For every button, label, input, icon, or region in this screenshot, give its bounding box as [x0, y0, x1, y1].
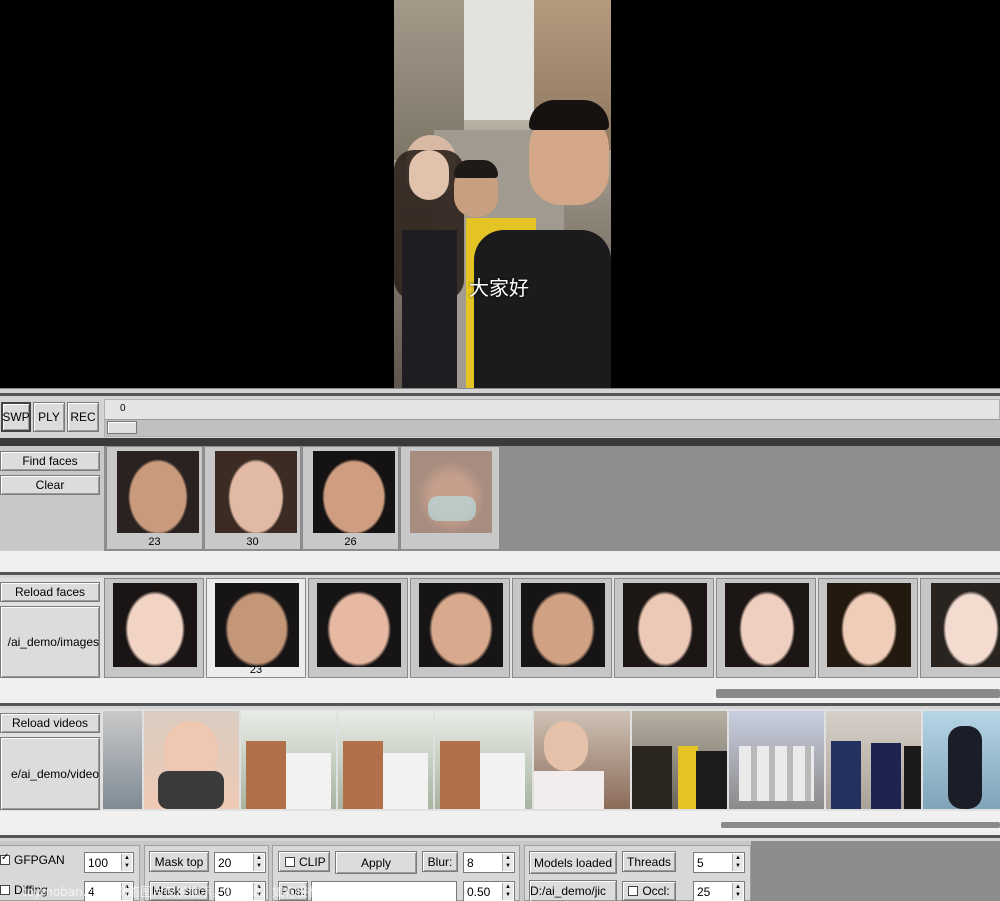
video-thumb-10[interactable] [923, 711, 1000, 809]
timeline-handle[interactable] [107, 421, 137, 434]
videos-panel: Reload videos e/ai_demo/video [0, 709, 1000, 811]
spin-arrows-icon[interactable]: ▲ ▼ [502, 854, 513, 871]
video-viewport: 大家好 [0, 0, 1000, 388]
models-loaded-button[interactable]: Models loaded [529, 851, 617, 874]
clear-faces-button[interactable]: Clear [0, 475, 100, 495]
spin-arrows-icon[interactable]: ▲ ▼ [732, 883, 743, 900]
video-thumb-1[interactable] [103, 711, 142, 809]
blur-label: Blur: [422, 851, 458, 872]
timeline[interactable]: 0 [104, 399, 1000, 437]
apply-button[interactable]: Apply [335, 851, 417, 874]
clip-label: CLIP [299, 854, 326, 869]
play-button[interactable]: PLY [33, 402, 65, 432]
found-face-4[interactable] [400, 446, 500, 550]
source-face-1[interactable] [104, 578, 204, 678]
gfpgan-label: GFPGAN [14, 853, 65, 867]
source-face-5[interactable] [512, 578, 612, 678]
clip-check-icon [285, 856, 295, 867]
source-face-count: 23 [249, 664, 263, 676]
gfpgan-value: 100 [88, 855, 109, 870]
video-thumb-8[interactable] [729, 711, 824, 809]
video-thumb-6[interactable] [534, 711, 630, 809]
spin-arrows-icon[interactable]: ▲ ▼ [732, 854, 743, 871]
spin-arrows-icon[interactable]: ▲ ▼ [253, 854, 264, 871]
blur-input[interactable]: 8 ▲ ▼ [463, 852, 515, 873]
occlusion-value: 25 [697, 884, 711, 899]
source-face-6[interactable] [614, 578, 714, 678]
mask-top-input[interactable]: 20 ▲ ▼ [214, 852, 266, 873]
video-thumb-5[interactable] [435, 711, 532, 809]
video-thumb-2[interactable] [144, 711, 239, 809]
record-button[interactable]: REC [67, 402, 99, 432]
video-subtitle: 大家好 [469, 276, 529, 300]
mask-top-label: Mask top [149, 851, 209, 872]
occlusion-check-icon [628, 886, 639, 896]
source-face-3[interactable] [308, 578, 408, 678]
models-path-button[interactable]: D:/ai_demo/jic [529, 880, 617, 901]
video-thumb-4[interactable] [338, 711, 433, 809]
gfpgan-checkbox[interactable]: GFPGAN [0, 852, 65, 867]
found-face-3[interactable]: 26 [302, 446, 399, 550]
swap-button[interactable]: SWP [1, 402, 31, 432]
reload-videos-button[interactable]: Reload videos [0, 713, 100, 733]
occlusion-input[interactable]: 25 ▲ ▼ [693, 881, 745, 901]
threads-label: Threads [622, 851, 676, 872]
faces-scrollbar[interactable] [716, 689, 1000, 698]
gfpgan-check-icon [0, 852, 10, 865]
faces-folder-button[interactable]: /ai_demo/images [0, 606, 100, 678]
found-face-count: 23 [148, 536, 161, 548]
source-face-2[interactable]: 23 [206, 578, 306, 678]
found-face-2[interactable]: 30 [204, 446, 301, 550]
reload-faces-button[interactable]: Reload faces [0, 582, 100, 602]
video-thumb-7[interactable] [632, 711, 727, 809]
spin-arrows-icon[interactable]: ▲ ▼ [502, 883, 513, 900]
source-face-7[interactable] [716, 578, 816, 678]
video-thumb-3[interactable] [241, 711, 336, 809]
threads-value: 5 [697, 855, 704, 870]
frame-number: 0 [120, 403, 126, 414]
clip-checkbox[interactable]: CLIP [278, 851, 330, 872]
blur-value: 8 [467, 855, 474, 870]
gfpgan-amount-input[interactable]: 100 ▲ ▼ [84, 852, 134, 873]
video-frame: 大家好 [394, 0, 611, 388]
found-faces-panel: Find faces Clear 23 30 26 [0, 446, 1000, 551]
find-faces-button[interactable]: Find faces [0, 451, 100, 471]
occlusion-checkbox[interactable]: Occl: [622, 881, 676, 901]
source-face-9[interactable] [920, 578, 1000, 678]
watermark-text: toymoban.com 网络图片仅供展示，非存储，如有侵权请联系删除。 [22, 885, 393, 899]
pos-input[interactable]: 0.50 ▲ ▼ [463, 881, 515, 901]
mask-top-value: 20 [218, 855, 232, 870]
occlusion-label: Occl: [642, 884, 670, 898]
videos-folder-button[interactable]: e/ai_demo/video [0, 737, 100, 810]
found-face-count: 30 [246, 536, 259, 548]
diffing-check-icon [0, 885, 10, 895]
timeline-track [105, 419, 1000, 436]
source-face-8[interactable] [818, 578, 918, 678]
spin-arrows-icon[interactable]: ▲ ▼ [121, 854, 132, 871]
player-bar: SWP PLY REC 0 [0, 388, 1000, 438]
source-faces-panel: Reload faces /ai_demo/images 23 [0, 578, 1000, 678]
found-face-count: 26 [344, 536, 357, 548]
source-face-4[interactable] [410, 578, 510, 678]
video-thumb-9[interactable] [826, 711, 921, 809]
threads-input[interactable]: 5 ▲ ▼ [693, 852, 745, 873]
videos-scrollbar[interactable] [721, 822, 1000, 828]
found-face-1[interactable]: 23 [106, 446, 203, 550]
pos-value: 0.50 [467, 884, 491, 899]
